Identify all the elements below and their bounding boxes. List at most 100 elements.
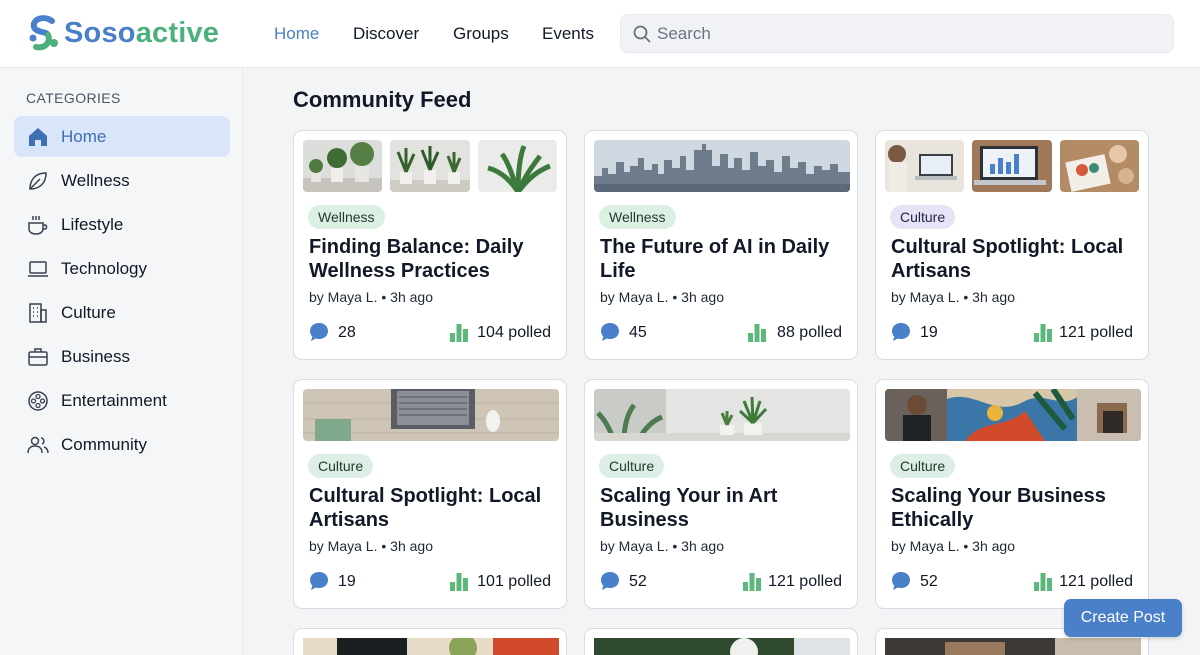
comment-icon[interactable] [890,321,912,343]
category-tag[interactable]: Wellness [599,205,676,229]
coffee-cup-icon [28,216,48,235]
sidebar-item-business[interactable]: Business [14,336,230,377]
crafts-thumbnail [1060,140,1139,192]
film-reel-icon [28,391,48,411]
laptop-icon [28,261,48,277]
nav-events[interactable]: Events [542,24,594,44]
poll-chart-icon[interactable] [448,570,470,592]
category-tag[interactable]: Wellness [308,205,385,229]
post-card[interactable] [584,628,858,655]
post-meta: by Maya L. • 3h ago [891,538,1015,554]
post-images [303,140,559,192]
post-card[interactable]: Culture Cultural Spotlight: Local Artisa… [875,130,1149,360]
comment-count: 19 [338,573,356,590]
sidebar-item-technology[interactable]: Technology [14,248,230,289]
category-tag[interactable]: Culture [308,454,374,478]
sidebar-item-label: Home [61,127,107,146]
post-card[interactable]: Wellness The Future of AI in Daily Life … [584,130,858,360]
post-title[interactable]: The Future of AI in Daily Life [600,235,845,283]
post-meta: by Maya L. • 3h ago [891,289,1015,305]
comment-count: 19 [920,324,938,341]
sidebar-item-label: Entertainment [61,391,167,410]
comment-icon[interactable] [599,321,621,343]
post-images [594,389,850,441]
post-title[interactable]: Cultural Spotlight: Local Artisans [309,484,554,532]
comment-count: 52 [629,573,647,590]
comment-icon[interactable] [890,570,912,592]
top-header: Sosoactive Home Discover Groups Events [0,0,1200,68]
leaf-icon [29,172,47,190]
post-meta: by Maya L. • 3h ago [600,289,724,305]
sidebar-item-label: Community [61,435,147,454]
home-icon [29,128,47,146]
post-card[interactable]: Wellness Finding Balance: Daily Wellness… [293,130,567,360]
post-title[interactable]: Finding Balance: Daily Wellness Practice… [309,235,554,283]
post-meta: by Maya L. • 3h ago [600,538,724,554]
city-skyline-thumbnail [594,140,850,192]
sidebar-item-label: Wellness [61,171,130,190]
post-images [885,389,1141,441]
nav-groups[interactable]: Groups [453,24,509,44]
post-thumbnail [594,638,850,655]
search-input[interactable] [657,15,1157,52]
nav-home[interactable]: Home [274,24,319,44]
comment-count: 28 [338,324,356,341]
poll-chart-icon[interactable] [1032,321,1054,343]
post-card[interactable]: Culture Scaling Your in Art Business by … [584,379,858,609]
post-title[interactable]: Scaling Your Business Ethically [891,484,1136,532]
sidebar-item-label: Lifestyle [61,215,124,234]
art-studio-thumbnail [885,389,1141,441]
sidebar-item-label: Business [61,347,130,366]
post-title[interactable]: Scaling Your in Art Business [600,484,845,532]
sidebar-item-home[interactable]: Home [14,116,230,157]
post-images [594,140,850,192]
post-card[interactable]: Culture Cultural Spotlight: Local Artisa… [293,379,567,609]
post-title[interactable]: Cultural Spotlight: Local Artisans [891,235,1136,283]
post-thumbnail [303,638,559,655]
post-images [885,140,1141,192]
brand-logo-icon[interactable] [24,13,64,53]
comment-count: 45 [629,324,647,341]
poll-count: 88 polled [777,324,842,341]
sidebar-item-lifestyle[interactable]: Lifestyle [14,204,230,245]
poll-count: 121 polled [1059,324,1133,341]
sidebar-item-wellness[interactable]: Wellness [14,160,230,201]
sidebar-item-label: Technology [61,259,148,278]
brand-name-part1: Soso [64,17,136,49]
desk-laptop-thumbnail [303,389,559,441]
building-icon [29,303,47,323]
categories-heading: CATEGORIES [26,90,121,106]
plant-thumbnail [478,140,557,192]
post-card[interactable]: Culture Scaling Your Business Ethically … [875,379,1149,609]
nav-discover[interactable]: Discover [353,24,419,44]
category-tag[interactable]: Culture [890,205,956,229]
sidebar-item-community[interactable]: Community [14,424,230,465]
laptop-work-thumbnail [885,140,964,192]
sidebar-item-entertainment[interactable]: Entertainment [14,380,230,421]
poll-chart-icon[interactable] [1032,570,1054,592]
category-tag[interactable]: Culture [599,454,665,478]
laptop-chart-thumbnail [972,140,1052,192]
sidebar-item-culture[interactable]: Culture [14,292,230,333]
poll-chart-icon[interactable] [741,570,763,592]
poll-count: 121 polled [768,573,842,590]
comment-icon[interactable] [599,570,621,592]
brand-name-part2: active [135,17,220,49]
plants-thumbnail [303,140,382,192]
comment-count: 52 [920,573,938,590]
comment-icon[interactable] [308,570,330,592]
poll-chart-icon[interactable] [746,321,768,343]
create-post-button[interactable]: Create Post [1064,599,1182,637]
sidebar-item-label: Culture [61,303,116,322]
plants-shelf-thumbnail [594,389,850,441]
search-bar [620,14,1174,53]
post-card[interactable] [293,628,567,655]
plants-thumbnail [390,140,470,192]
search-icon [633,25,651,43]
brand-name[interactable]: Sosoactive [64,17,219,50]
poll-chart-icon[interactable] [448,321,470,343]
comment-icon[interactable] [308,321,330,343]
post-thumbnail [885,638,1141,655]
people-icon [27,436,49,454]
category-tag[interactable]: Culture [890,454,956,478]
